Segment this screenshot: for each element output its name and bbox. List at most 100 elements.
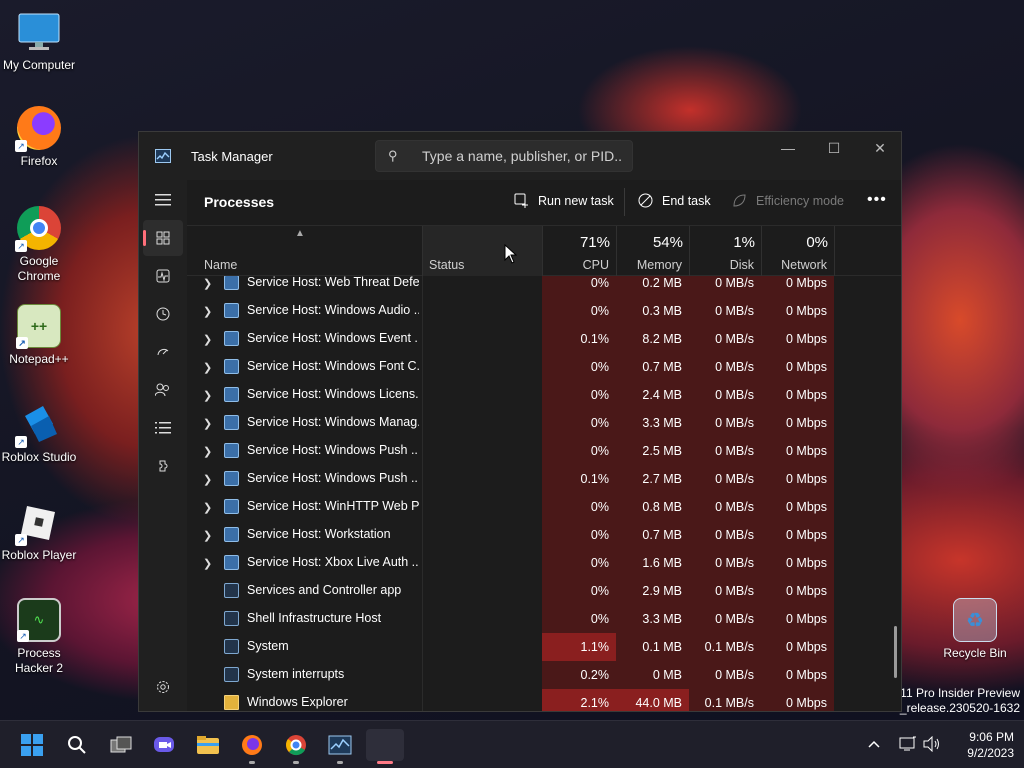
taskbar-search-button[interactable] — [60, 729, 94, 761]
process-row[interactable]: ❯ Service Host: Windows Font C... 0% 0.7 MB… — [187, 353, 901, 381]
column-name[interactable]: ▲ Name — [187, 226, 422, 276]
volume-button[interactable] — [923, 735, 941, 755]
nav-processes[interactable] — [143, 220, 183, 256]
process-row[interactable]: System 1.1% 0.1 MB 0.1 MB/s 0 Mbps — [187, 633, 901, 661]
nav-performance[interactable] — [143, 258, 183, 294]
expand-chevron-icon[interactable]: ❯ — [203, 389, 212, 402]
desktop-icon-firefox[interactable]: ↗ Firefox — [0, 106, 78, 169]
clock-date: 9/2/2023 — [967, 746, 1014, 760]
taskbar-chrome-button[interactable] — [279, 729, 313, 764]
service-gear-icon — [224, 331, 239, 346]
close-button[interactable]: ✕ — [857, 132, 901, 164]
process-row[interactable]: ❯ Service Host: Workstation 0% 0.7 MB 0 MB/s… — [187, 521, 901, 549]
desktop-icon-process-hacker[interactable]: ∿ ↗ Process Hacker 2 — [0, 598, 78, 676]
desktop-icon-notepadpp[interactable]: ++ ↗ Notepad++ — [0, 304, 78, 367]
column-cpu[interactable]: 71% CPU — [542, 226, 616, 276]
process-row[interactable]: ❯ Service Host: Windows Push ... 0.1% 2.7 M… — [187, 465, 901, 493]
expand-chevron-icon[interactable]: ❯ — [203, 305, 212, 318]
nav-startup-apps[interactable] — [143, 334, 183, 370]
expand-chevron-icon[interactable]: ❯ — [203, 557, 212, 570]
chrome-icon — [286, 735, 306, 756]
nav-users[interactable] — [143, 372, 183, 408]
desktop-icon-chrome[interactable]: ↗ Google Chrome — [0, 206, 78, 284]
expand-chevron-icon[interactable]: ❯ — [203, 529, 212, 542]
expand-chevron-icon[interactable]: ❯ — [203, 501, 212, 514]
start-button[interactable] — [15, 729, 49, 761]
nav-details[interactable] — [143, 410, 183, 446]
title-bar[interactable]: Task Manager ⚲ — ☐ ✕ — [139, 132, 901, 180]
task-view-button[interactable] — [104, 729, 138, 761]
nav-settings[interactable] — [143, 669, 183, 705]
process-row[interactable]: ❯ Service Host: Windows Audio ... 0% 0.3 MB… — [187, 297, 901, 325]
taskbar-active-window-button[interactable] — [366, 729, 404, 764]
run-new-task-button[interactable]: Run new task — [514, 193, 614, 208]
column-memory[interactable]: 54% Memory — [616, 226, 689, 276]
clock[interactable]: 9:06 PM 9/2/2023 — [967, 729, 1014, 761]
search-box[interactable]: ⚲ — [375, 140, 633, 172]
process-row[interactable]: Windows Explorer 2.1% 44.0 MB 0.1 MB/s 0 Mbp… — [187, 689, 901, 711]
nav-services[interactable] — [143, 448, 183, 484]
hamburger-menu-button[interactable] — [143, 182, 183, 218]
expand-chevron-icon[interactable]: ❯ — [203, 445, 212, 458]
nav-app-history[interactable] — [143, 296, 183, 332]
process-row[interactable]: ❯ Service Host: Windows Event ... 0.1% 8.2 … — [187, 325, 901, 353]
processes-icon — [156, 231, 170, 245]
hamburger-icon — [155, 194, 171, 206]
process-row[interactable]: ❯ Service Host: WinHTTP Web P... 0% 0.8 MB 0… — [187, 493, 901, 521]
column-status[interactable]: Status — [423, 226, 542, 276]
desktop-icon-label: Process Hacker 2 — [14, 646, 64, 675]
taskbar-task-manager-button[interactable] — [323, 729, 357, 764]
expand-chevron-icon[interactable]: ❯ — [203, 417, 212, 430]
teams-chat-button[interactable] — [147, 729, 181, 761]
file-explorer-button[interactable] — [191, 729, 225, 761]
teams-chat-icon — [154, 737, 174, 752]
cpu-value: 1.1% — [542, 633, 616, 661]
disk-value: 0.1 MB/s — [689, 633, 761, 661]
desktop-icon-recycle-bin[interactable]: ♻ Recycle Bin — [936, 598, 1014, 661]
end-task-button[interactable]: End task — [638, 193, 711, 208]
shortcut-arrow-icon: ↗ — [15, 436, 27, 448]
process-row[interactable]: Services and Controller app 0% 2.9 MB 0 MB/… — [187, 577, 901, 605]
process-row[interactable]: ❯ Service Host: Windows Manag... 0% 3.3 MB 0… — [187, 409, 901, 437]
minimize-button[interactable]: — — [765, 132, 811, 164]
disk-value: 0 MB/s — [689, 297, 761, 325]
efficiency-mode-button[interactable]: Efficiency mode — [732, 193, 844, 208]
network-status-button[interactable] — [899, 736, 917, 755]
disk-value: 0 MB/s — [689, 605, 761, 633]
column-disk[interactable]: 1% Disk — [689, 226, 761, 276]
process-row[interactable]: ❯ Service Host: Xbox Live Auth ... 0% 1.6 M… — [187, 549, 901, 577]
network-value: 0 Mbps — [761, 297, 834, 325]
expand-chevron-icon[interactable]: ❯ — [203, 333, 212, 346]
desktop-icon-roblox-player[interactable]: ↗ Roblox Player — [0, 500, 78, 563]
desktop-icon-roblox-studio[interactable]: ↗ Roblox Studio — [0, 402, 78, 465]
process-row[interactable]: ❯ Service Host: Windows Push ... 0% 2.5 MB 0… — [187, 437, 901, 465]
maximize-button[interactable]: ☐ — [811, 132, 857, 164]
more-options-button[interactable]: ••• — [867, 191, 887, 209]
column-disk-label: Disk — [729, 258, 754, 272]
desktop-icon-label: Recycle Bin — [943, 646, 1007, 660]
file-explorer-icon — [197, 736, 219, 754]
show-hidden-icons-button[interactable] — [868, 735, 880, 751]
process-row[interactable]: ❯ Service Host: Windows Licens... 0% 2.4 MB… — [187, 381, 901, 409]
expand-chevron-icon[interactable]: ❯ — [203, 473, 212, 486]
process-row[interactable]: ❯ Service Host: Web Threat Defe... 0% 0.2 M… — [187, 276, 901, 297]
settings-icon — [157, 681, 169, 693]
cpu-value: 0% — [542, 493, 616, 521]
column-network[interactable]: 0% Network — [761, 226, 834, 276]
column-cpu-label: CPU — [582, 258, 609, 272]
search-input[interactable] — [422, 148, 622, 164]
column-divider — [834, 226, 835, 276]
network-value: 0 Mbps — [761, 325, 834, 353]
taskbar-firefox-button[interactable] — [235, 729, 269, 764]
process-row[interactable]: System interrupts 0.2% 0 MB 0 MB/s 0 Mbps — [187, 661, 901, 689]
memory-value: 0.2 MB — [616, 276, 689, 297]
network-value: 0 Mbps — [761, 493, 834, 521]
process-row[interactable]: Shell Infrastructure Host 0% 3.3 MB 0 MB/s 0… — [187, 605, 901, 633]
process-name: Service Host: Windows Event ... — [247, 331, 419, 345]
expand-chevron-icon[interactable]: ❯ — [203, 277, 212, 290]
network-value: 0 Mbps — [761, 633, 834, 661]
memory-value: 0 MB — [616, 661, 689, 689]
process-name: Service Host: Windows Font C... — [247, 359, 419, 373]
desktop-icon-my-computer[interactable]: My Computer — [0, 10, 78, 73]
expand-chevron-icon[interactable]: ❯ — [203, 361, 212, 374]
